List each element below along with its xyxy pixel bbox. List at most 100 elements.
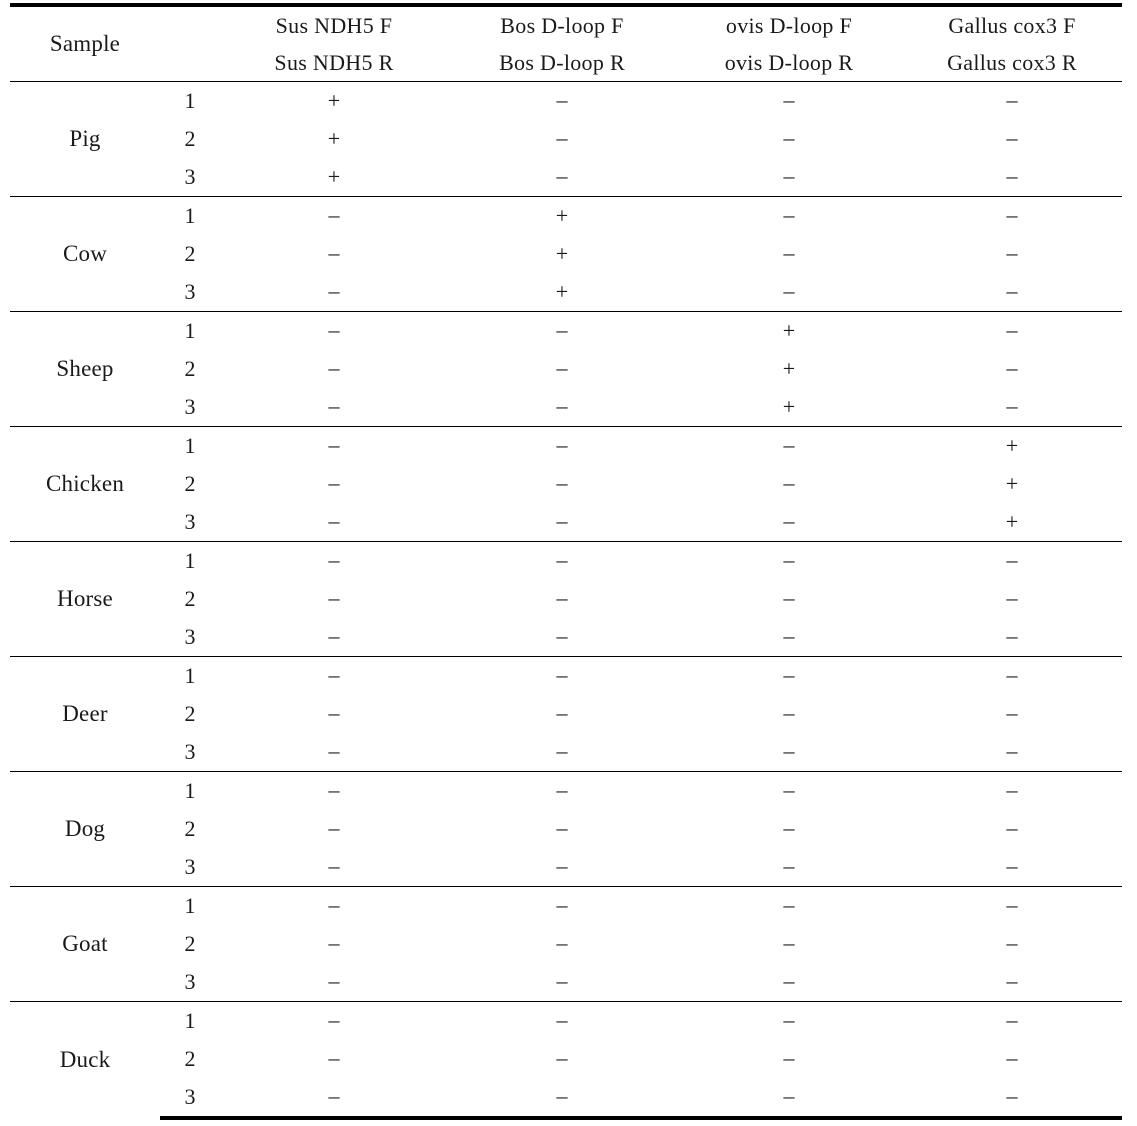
sample-name-cell: Sheep xyxy=(10,311,160,427)
negative-result-mark: – xyxy=(1006,87,1018,112)
replicate-number-cell: 2 xyxy=(184,816,196,841)
table-row: Sheep 1 – – + – xyxy=(10,311,1122,427)
negative-result-mark: – xyxy=(556,815,568,840)
result-cell: – xyxy=(220,925,448,963)
negative-result-mark: – xyxy=(783,163,795,188)
result-cell: – xyxy=(448,733,676,772)
negative-result-mark: – xyxy=(328,930,340,955)
replicate-number-cell: 1 xyxy=(160,541,220,580)
replicate-number-cell: 3 xyxy=(184,624,196,649)
replicate-number-cell: 1 xyxy=(160,81,220,120)
result-cell: – xyxy=(676,810,902,848)
table-header: Sample Sus NDH5 F Sus NDH5 R Bos D-loop … xyxy=(10,3,1122,82)
result-cell: + xyxy=(448,273,676,312)
table-row: 2 – – – – xyxy=(10,925,1122,963)
result-cell: – xyxy=(448,350,676,388)
result-cell: – xyxy=(902,963,1122,1002)
column-header-primer-2: Bos D-loop F Bos D-loop R xyxy=(448,3,676,82)
negative-result-mark: – xyxy=(1006,662,1018,687)
primer-1-forward-label: Sus NDH5 F xyxy=(275,13,393,38)
result-cell: – xyxy=(902,1078,1122,1120)
negative-result-mark: – xyxy=(556,700,568,725)
negative-result-mark: – xyxy=(556,125,568,150)
negative-result-mark: – xyxy=(1006,240,1018,265)
result-cell: – xyxy=(448,656,676,695)
table-row: 2 – – – – xyxy=(10,580,1122,618)
result-cell: + xyxy=(902,465,1122,503)
positive-result-mark: + xyxy=(782,394,796,419)
negative-result-mark: – xyxy=(328,202,340,227)
negative-result-mark: – xyxy=(328,1045,340,1070)
negative-result-mark: – xyxy=(556,930,568,955)
result-cell: + xyxy=(220,120,448,158)
result-cell: – xyxy=(220,465,448,503)
result-cell: – xyxy=(902,925,1122,963)
negative-result-mark: – xyxy=(1006,1007,1018,1032)
result-cell: + xyxy=(448,235,676,273)
result-cell: – xyxy=(448,695,676,733)
replicate-number-cell: 3 xyxy=(184,279,196,304)
result-cell: – xyxy=(220,235,448,273)
result-cell: – xyxy=(902,350,1122,388)
negative-result-mark: – xyxy=(556,547,568,572)
sample-name-cell: Goat xyxy=(10,886,160,1002)
negative-result-mark: – xyxy=(328,355,340,380)
result-cell: – xyxy=(448,541,676,580)
primer-1-reverse-label: Sus NDH5 R xyxy=(274,50,394,75)
negative-result-mark: – xyxy=(328,777,340,802)
negative-result-mark: – xyxy=(556,87,568,112)
primer-3-reverse-label: ovis D-loop R xyxy=(724,50,854,75)
replicate-number-cell: 3 xyxy=(184,739,196,764)
negative-result-mark: – xyxy=(556,1045,568,1070)
table-row: 3 – – – – xyxy=(10,1078,1122,1120)
negative-result-mark: – xyxy=(328,393,340,418)
result-cell: – xyxy=(676,81,902,120)
replicate-number-cell: 2 xyxy=(184,586,196,611)
negative-result-mark: – xyxy=(1006,125,1018,150)
result-cell: – xyxy=(902,196,1122,235)
result-cell: – xyxy=(676,618,902,657)
negative-result-mark: – xyxy=(783,432,795,457)
result-cell: – xyxy=(902,120,1122,158)
negative-result-mark: – xyxy=(328,317,340,342)
result-cell: – xyxy=(676,580,902,618)
negative-result-mark: – xyxy=(783,662,795,687)
result-cell: – xyxy=(902,311,1122,350)
negative-result-mark: – xyxy=(783,1083,795,1108)
table-row: Horse 1 – – – – xyxy=(10,541,1122,657)
positive-result-mark: + xyxy=(782,318,796,343)
negative-result-mark: – xyxy=(556,853,568,878)
replicate-number-cell: 2 xyxy=(184,471,196,496)
negative-result-mark: – xyxy=(328,623,340,648)
table-row: 2 – – – + xyxy=(10,465,1122,503)
table-row: Pig 1 + – – – xyxy=(10,81,1122,197)
replicate-number-cell: 3 xyxy=(184,509,196,534)
negative-result-mark: – xyxy=(556,623,568,648)
table-row: 3 – + – – xyxy=(10,273,1122,312)
table-row: 2 – – – – xyxy=(10,1040,1122,1078)
table-row: Chicken 1 – – – + xyxy=(10,426,1122,542)
result-cell: – xyxy=(676,925,902,963)
result-cell: – xyxy=(220,848,448,887)
negative-result-mark: – xyxy=(328,278,340,303)
result-cell: – xyxy=(448,886,676,925)
positive-result-mark: + xyxy=(327,88,341,113)
table-row: Cow 1 – + – – xyxy=(10,196,1122,312)
negative-result-mark: – xyxy=(328,700,340,725)
result-cell: – xyxy=(676,656,902,695)
negative-result-mark: – xyxy=(328,1007,340,1032)
negative-result-mark: – xyxy=(1006,930,1018,955)
negative-result-mark: – xyxy=(1006,968,1018,993)
result-cell: – xyxy=(220,1078,448,1120)
result-cell: – xyxy=(448,925,676,963)
result-cell: – xyxy=(902,695,1122,733)
result-cell: – xyxy=(676,120,902,158)
sample-name-cell: Cow xyxy=(10,196,160,312)
table-row: 3 + – – – xyxy=(10,158,1122,197)
positive-result-mark: + xyxy=(555,241,569,266)
specificity-table-container: Sample Sus NDH5 F Sus NDH5 R Bos D-loop … xyxy=(10,3,1122,1120)
positive-result-mark: + xyxy=(327,126,341,151)
negative-result-mark: – xyxy=(556,470,568,495)
table-row: 2 + – – – xyxy=(10,120,1122,158)
primer-2-reverse-label: Bos D-loop R xyxy=(499,50,625,75)
